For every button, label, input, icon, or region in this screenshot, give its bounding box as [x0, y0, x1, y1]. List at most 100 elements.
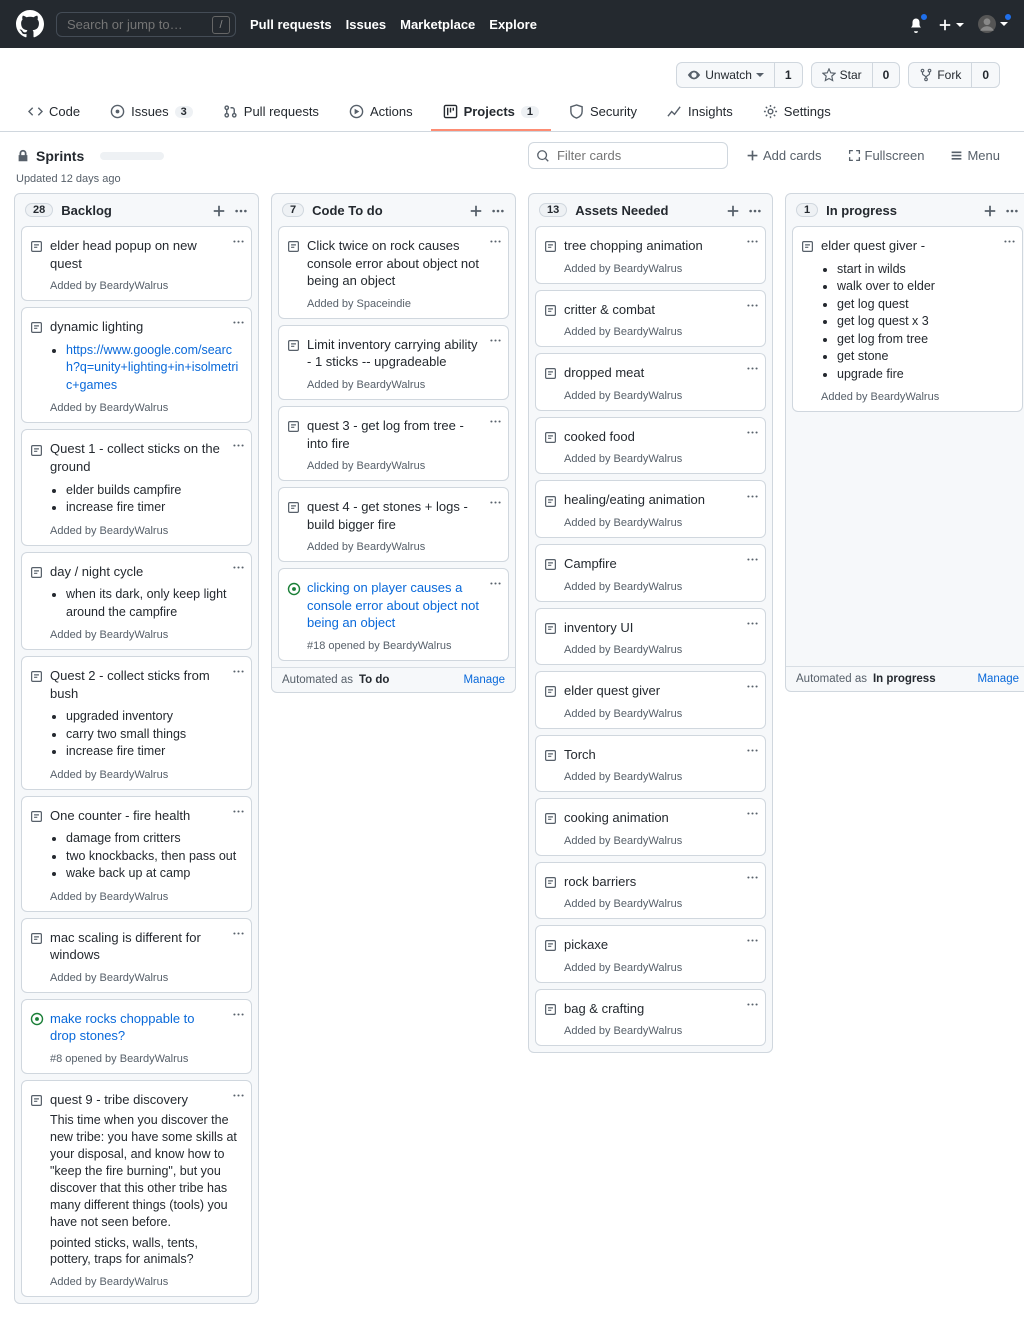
card[interactable]: healing/eating animationAdded by BeardyW…: [535, 480, 766, 538]
card-menu-button[interactable]: [746, 678, 759, 693]
fork-button[interactable]: Fork 0: [908, 62, 1000, 88]
column-add-card-button[interactable]: [469, 202, 483, 218]
nav-pulls[interactable]: Pull requests: [250, 17, 332, 32]
tab-actions[interactable]: Actions: [337, 96, 425, 131]
card-link[interactable]: https://www.google.com/search?q=unity+li…: [66, 342, 241, 395]
column-count: 1: [796, 203, 818, 217]
add-cards-button[interactable]: Add cards: [738, 144, 830, 167]
card[interactable]: inventory UIAdded by BeardyWalrus: [535, 608, 766, 666]
card-menu-button[interactable]: [232, 436, 245, 451]
column-count: 13: [539, 203, 567, 217]
menu-button[interactable]: Menu: [942, 144, 1008, 167]
tab-code[interactable]: Code: [16, 96, 92, 131]
notifications-icon[interactable]: [908, 15, 924, 32]
card-menu-button[interactable]: [746, 996, 759, 1011]
star-button[interactable]: Star 0: [811, 62, 901, 88]
card-menu-button[interactable]: [232, 663, 245, 678]
column-add-card-button[interactable]: [726, 202, 740, 218]
card-menu-button[interactable]: [746, 487, 759, 502]
search-input[interactable]: [56, 12, 236, 37]
card-menu-button[interactable]: [489, 332, 502, 347]
tab-projects[interactable]: Projects1: [431, 96, 551, 131]
card[interactable]: Limit inventory carrying ability - 1 sti…: [278, 325, 509, 400]
column-add-card-button[interactable]: [983, 202, 997, 218]
card[interactable]: critter & combatAdded by BeardyWalrus: [535, 290, 766, 348]
card-menu-button[interactable]: [746, 424, 759, 439]
card-menu-button[interactable]: [746, 551, 759, 566]
note-icon: [30, 668, 43, 683]
card[interactable]: dynamic lightinghttps://www.google.com/s…: [21, 307, 252, 423]
lock-icon: [16, 149, 30, 163]
card[interactable]: One counter - fire healthdamage from cri…: [21, 796, 252, 912]
card-menu-button[interactable]: [232, 314, 245, 329]
user-avatar-menu[interactable]: [978, 15, 1008, 33]
card[interactable]: tree chopping animationAdded by BeardyWa…: [535, 226, 766, 284]
tab-pulls[interactable]: Pull requests: [211, 96, 331, 131]
card[interactable]: pickaxeAdded by BeardyWalrus: [535, 925, 766, 983]
card-menu-button[interactable]: [746, 932, 759, 947]
manage-automation-link[interactable]: Manage: [977, 673, 1019, 685]
card-menu-button[interactable]: [746, 297, 759, 312]
card-menu-button[interactable]: [746, 233, 759, 248]
card-menu-button[interactable]: [232, 925, 245, 940]
card-menu-button[interactable]: [746, 615, 759, 630]
card[interactable]: mac scaling is different for windowsAdde…: [21, 918, 252, 993]
card[interactable]: Quest 2 - collect sticks from bushupgrad…: [21, 656, 252, 790]
tab-issues[interactable]: Issues3: [98, 96, 205, 131]
card-issue[interactable]: make rocks choppable to drop stones?#8 o…: [21, 999, 252, 1074]
card[interactable]: Click twice on rock causes console error…: [278, 226, 509, 319]
card[interactable]: day / night cyclewhen its dark, only kee…: [21, 552, 252, 651]
nav-issues[interactable]: Issues: [346, 17, 386, 32]
tab-security[interactable]: Security: [557, 96, 649, 131]
manage-automation-link[interactable]: Manage: [463, 674, 505, 686]
card[interactable]: quest 3 - get log from tree - into fireA…: [278, 406, 509, 481]
card-menu-button[interactable]: [746, 742, 759, 757]
note-icon: [544, 874, 557, 889]
card[interactable]: cooked foodAdded by BeardyWalrus: [535, 417, 766, 475]
card[interactable]: cooking animationAdded by BeardyWalrus: [535, 798, 766, 856]
nav-explore[interactable]: Explore: [489, 17, 537, 32]
card[interactable]: elder head popup on new questAdded by Be…: [21, 226, 252, 301]
card[interactable]: CampfireAdded by BeardyWalrus: [535, 544, 766, 602]
card-menu-button[interactable]: [232, 803, 245, 818]
fullscreen-button[interactable]: Fullscreen: [840, 144, 933, 167]
card[interactable]: elder quest giverAdded by BeardyWalrus: [535, 671, 766, 729]
card[interactable]: quest 4 - get stones + logs - build bigg…: [278, 487, 509, 562]
card[interactable]: Quest 1 - collect sticks on the groundel…: [21, 429, 252, 545]
note-icon: [544, 620, 557, 635]
unwatch-button[interactable]: Unwatch 1: [676, 62, 802, 88]
card[interactable]: rock barriersAdded by BeardyWalrus: [535, 862, 766, 920]
card-menu-button[interactable]: [746, 869, 759, 884]
card[interactable]: elder quest giver -start in wildswalk ov…: [792, 226, 1023, 412]
filter-cards[interactable]: [528, 142, 728, 169]
card-menu-button[interactable]: [232, 559, 245, 574]
column-menu-button[interactable]: [748, 202, 762, 218]
column-menu-button[interactable]: [1005, 202, 1019, 218]
card[interactable]: quest 9 - tribe discoveryThis time when …: [21, 1080, 252, 1297]
card-menu-button[interactable]: [1003, 233, 1016, 248]
nav-marketplace[interactable]: Marketplace: [400, 17, 475, 32]
card-menu-button[interactable]: [232, 1087, 245, 1102]
column-menu-button[interactable]: [234, 202, 248, 218]
card[interactable]: bag & craftingAdded by BeardyWalrus: [535, 989, 766, 1047]
card-menu-button[interactable]: [489, 494, 502, 509]
global-search[interactable]: /: [56, 12, 236, 37]
tab-settings[interactable]: Settings: [751, 96, 843, 131]
create-new-dropdown[interactable]: [938, 16, 964, 32]
tab-insights[interactable]: Insights: [655, 96, 745, 131]
card[interactable]: dropped meatAdded by BeardyWalrus: [535, 353, 766, 411]
card-menu-button[interactable]: [232, 233, 245, 248]
card[interactable]: TorchAdded by BeardyWalrus: [535, 735, 766, 793]
column-add-card-button[interactable]: [212, 202, 226, 218]
column-menu-button[interactable]: [491, 202, 505, 218]
github-logo-icon[interactable]: [16, 10, 44, 38]
card-menu-button[interactable]: [746, 805, 759, 820]
card-menu-button[interactable]: [232, 1006, 245, 1021]
card-menu-button[interactable]: [489, 575, 502, 590]
card-issue[interactable]: clicking on player causes a console erro…: [278, 568, 509, 661]
card-menu-button[interactable]: [489, 233, 502, 248]
filter-input[interactable]: [528, 142, 728, 169]
repo-tabnav: Code Issues3 Pull requests Actions Proje…: [0, 96, 1024, 132]
card-menu-button[interactable]: [746, 360, 759, 375]
card-menu-button[interactable]: [489, 413, 502, 428]
